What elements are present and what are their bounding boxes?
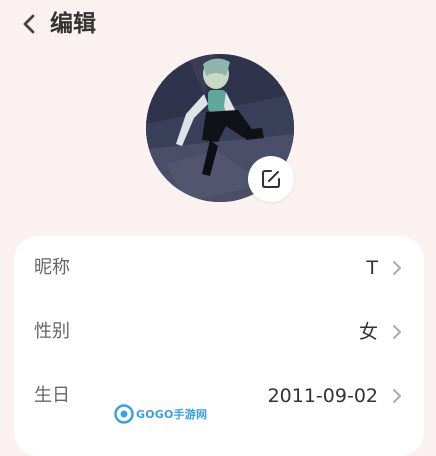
chevron-right-icon: [393, 261, 401, 275]
profile-card: 昵称 T 性别 女 生日 2011-09-02: [14, 236, 424, 456]
nickname-value: T: [366, 257, 378, 279]
header-bar: 编辑: [0, 0, 436, 50]
avatar-edit-button[interactable]: [248, 156, 294, 202]
nickname-row[interactable]: 昵称 T: [14, 236, 424, 300]
nickname-label: 昵称: [34, 257, 70, 278]
gender-row[interactable]: 性别 女: [14, 300, 424, 364]
watermark: GOGO手游网: [114, 404, 208, 426]
gender-value: 女: [358, 321, 378, 343]
chevron-left-icon: [23, 14, 35, 34]
chevron-right-icon: [393, 325, 401, 339]
watermark-text: GOGO手游网: [136, 408, 208, 421]
birthday-label: 生日: [34, 385, 70, 406]
watermark-logo-icon: [114, 404, 134, 424]
edit-square-icon: [262, 170, 280, 188]
gender-label: 性别: [34, 321, 70, 342]
chevron-right-icon: [393, 389, 401, 403]
back-button[interactable]: [16, 10, 42, 38]
birthday-value: 2011-09-02: [267, 385, 378, 407]
page-title: 编辑: [50, 11, 96, 37]
birthday-row[interactable]: 生日 2011-09-02: [14, 364, 424, 428]
avatar-section: [146, 54, 294, 202]
